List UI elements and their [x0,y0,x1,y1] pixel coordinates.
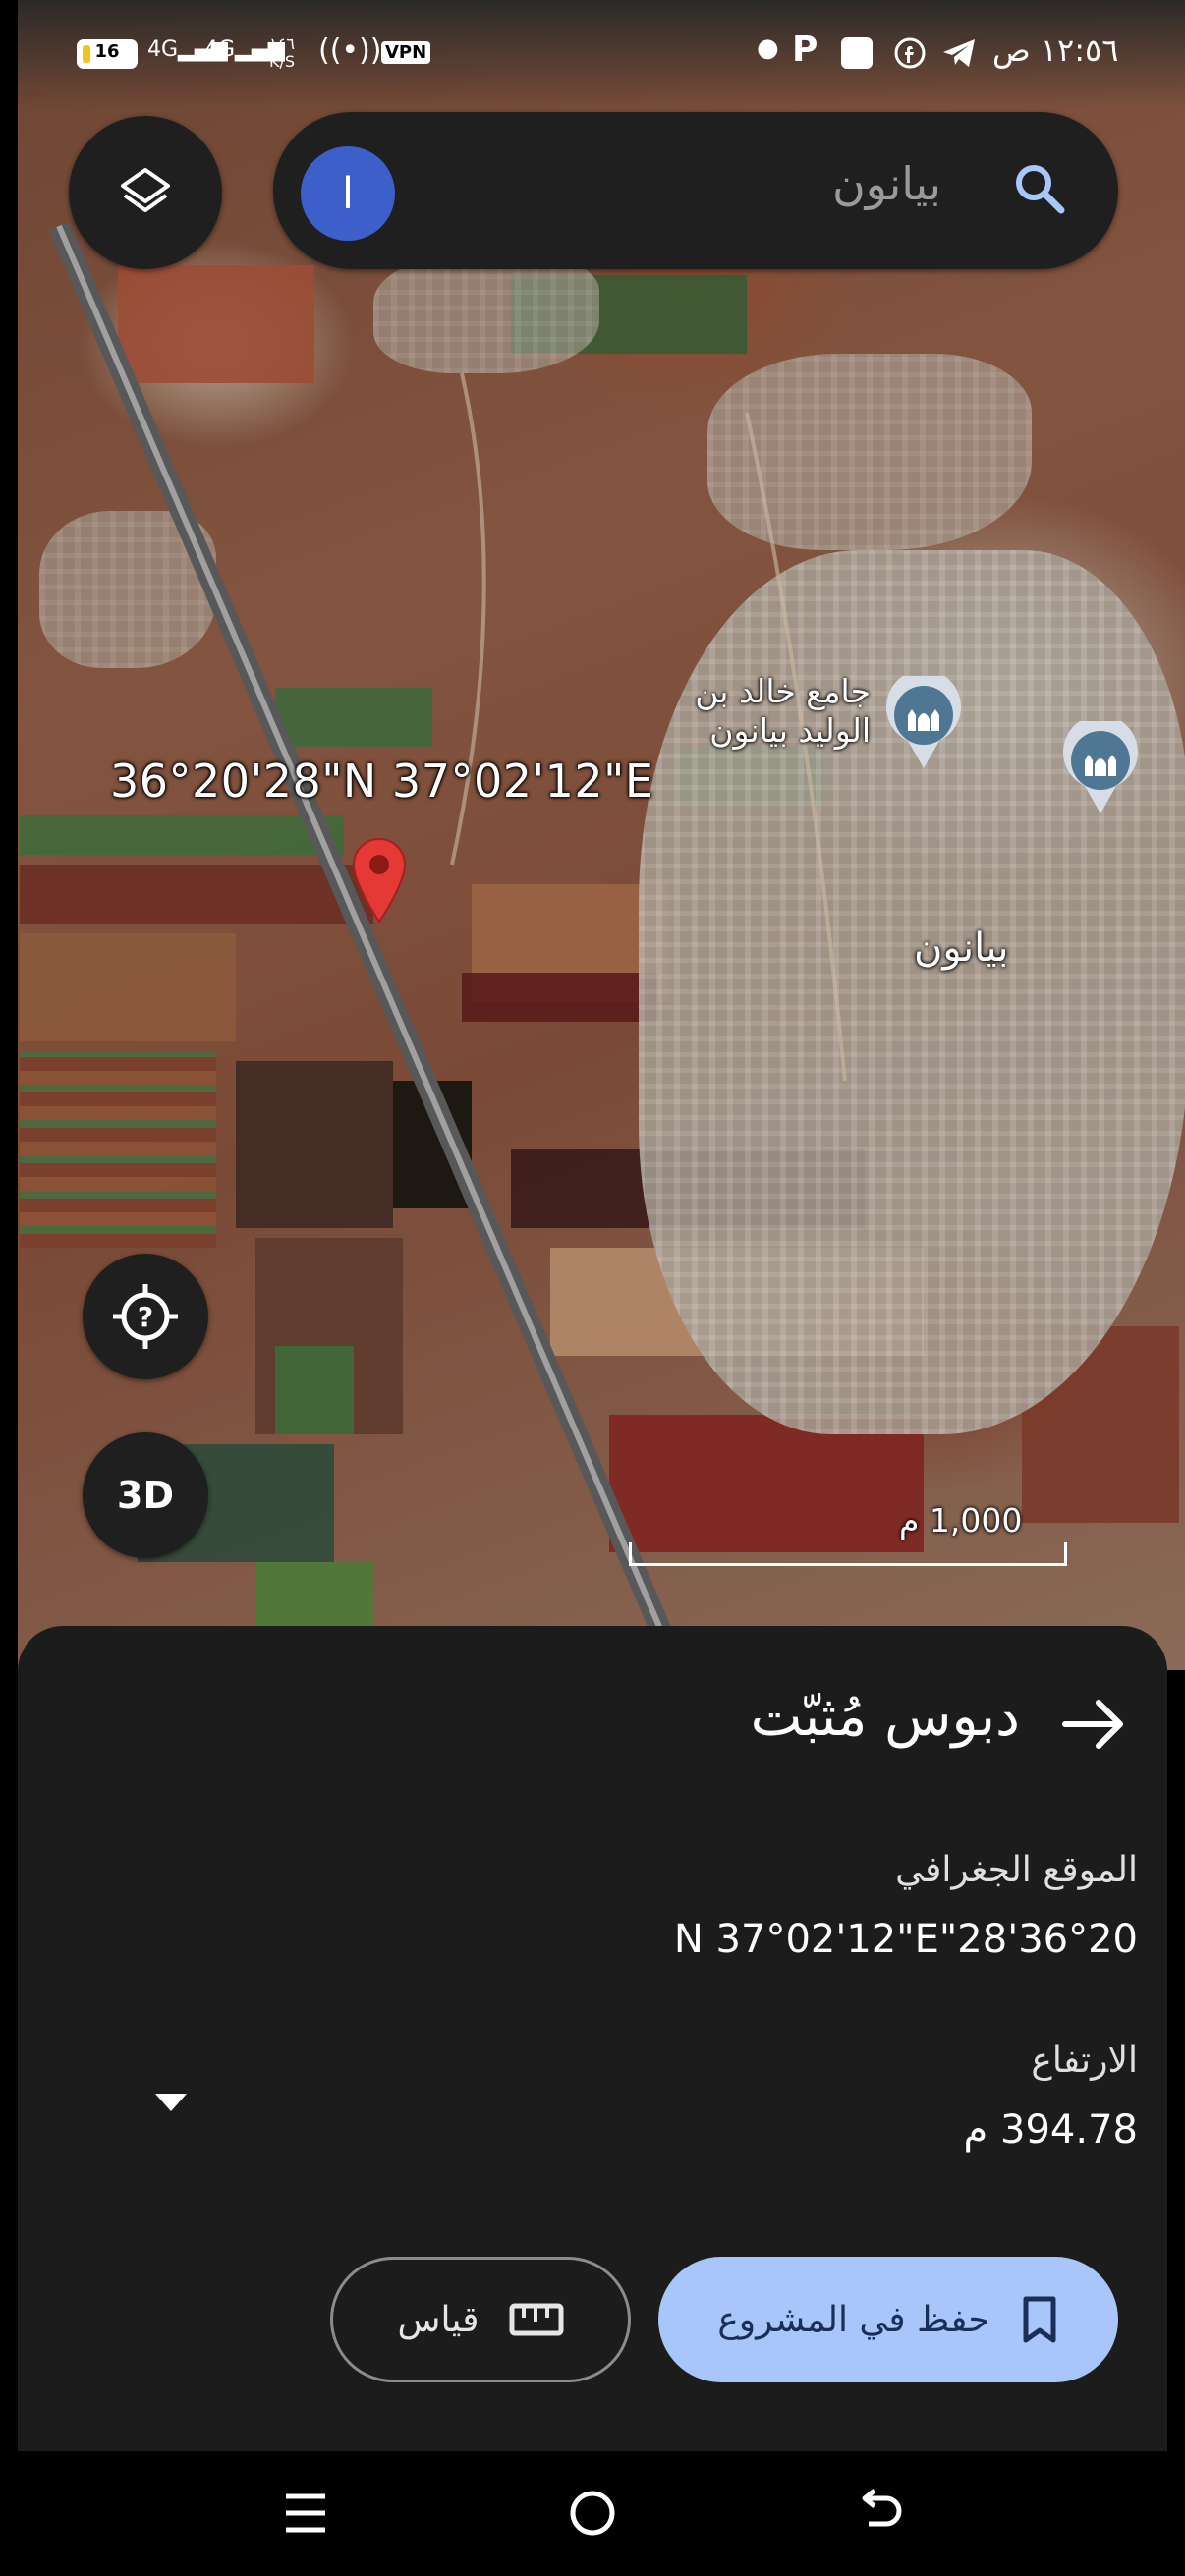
scale-text: 1,000 م [899,1501,1023,1540]
back-icon[interactable] [857,2489,906,2538]
map-field [275,1346,354,1434]
menu-icon[interactable] [283,2489,328,2538]
map-field [393,1081,472,1208]
map-field [20,865,373,924]
sheet-title: دبوس مُثبّت [750,1685,1020,1749]
help-location-button[interactable]: ? [83,1254,208,1379]
app-square-icon [841,37,873,69]
3d-view-button[interactable]: 3D [83,1432,208,1558]
elevation-value: 394.78 م [963,2107,1138,2153]
map-field [462,973,658,1022]
speed-indicator: ١٤٦ K/S [269,35,295,71]
search-bar[interactable]: ا بيانون [273,112,1118,269]
battery-icon: 16 [77,39,138,69]
photo-edge [0,0,18,2576]
navigation-bar [0,2451,1185,2576]
ruler-icon [509,2303,563,2336]
home-circle-icon[interactable] [568,2489,617,2538]
p-icon: P [792,29,818,70]
hotspot-icon: ((•)) [318,33,382,68]
map-field [20,815,344,855]
scale-line [629,1542,1067,1566]
clock: ١٢:٥٦ ص [992,31,1119,69]
poi-mosque-label[interactable]: جامع خالد بن الوليد بيانون [695,672,871,751]
mosque-poi-icon[interactable] [884,676,963,770]
battery-text: 16 [94,41,120,62]
mosque-poi-icon[interactable] [1061,721,1140,815]
map-field [118,265,314,383]
speed-value: ١٤٦ [269,34,295,53]
3d-button-label: 3D [117,1474,174,1517]
location-value[interactable]: N 37°02'12"E"28'36°20 [674,1917,1138,1962]
triangle-down-icon[interactable] [153,2092,189,2113]
facebook-icon [894,37,926,69]
elevation-label: الارتفاع [1031,2041,1138,2081]
poi-mosque-line2: الوليد بيانون [709,711,871,750]
scale-bar: 1,000 م [629,1501,1067,1566]
bottom-sheet[interactable]: دبوس مُثبّت الموقع الجغرافي N 37°02'12"E… [18,1626,1167,2451]
coordinates-label: 36°20'28"N 37°02'12"E [110,755,654,808]
notification-dot-icon: ● [757,33,779,63]
layers-icon [121,168,170,212]
map-town-area [707,354,1032,550]
town-label[interactable]: بيانون [914,925,1009,971]
map-field [236,1061,393,1228]
map-field [275,688,432,747]
map-field [20,933,236,1041]
map-town-area [373,255,599,373]
layers-button[interactable] [69,116,222,269]
measure-button[interactable]: قياس [330,2257,631,2382]
save-to-project-button[interactable]: حفظ في المشروع [658,2257,1118,2382]
bookmark-icon [1023,2296,1056,2343]
map-field [20,1051,216,1248]
search-icon[interactable] [1010,159,1069,218]
telegram-icon [943,39,975,67]
vpn-badge: VPN [381,41,431,64]
map-town-area [39,511,216,668]
save-button-label: حفظ في المشروع [717,2299,990,2340]
arrow-right-icon[interactable] [1059,1695,1128,1754]
svg-text:?: ? [138,1301,153,1333]
speed-unit: K/S [269,52,296,71]
search-query[interactable]: بيانون [832,157,941,210]
avatar[interactable]: ا [301,146,395,241]
poi-mosque-line1: جامع خالد بن [695,672,871,710]
location-label: الموقع الجغرافي [895,1850,1138,1890]
status-bar: 16 4G▂▄▆ 4G▂▄▆ ١٤٦ K/S ((•)) VPN ● P ١٢:… [0,0,1185,108]
measure-button-label: قياس [397,2299,480,2340]
help-location-icon: ? [113,1284,178,1349]
dropped-pin-icon[interactable] [350,835,409,924]
